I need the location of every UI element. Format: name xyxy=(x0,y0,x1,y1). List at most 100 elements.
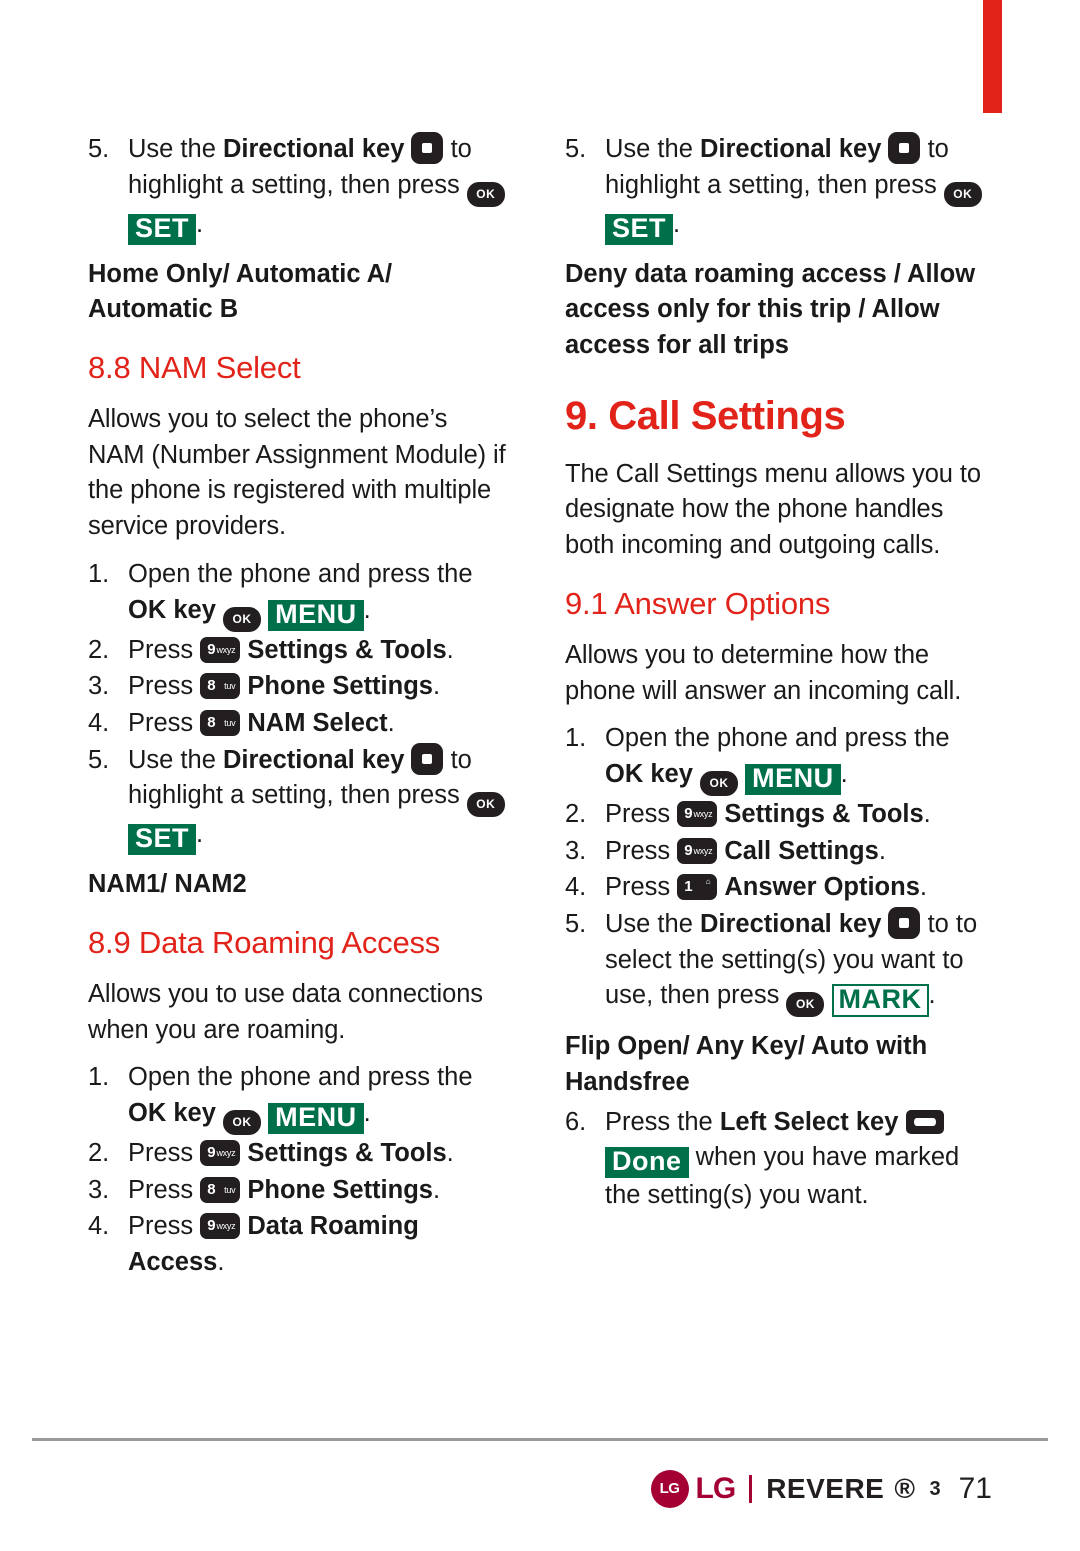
step-tail: . xyxy=(840,759,848,788)
step-number: 5. xyxy=(88,135,110,163)
chapter-heading-9: 9. Call Settings xyxy=(565,393,846,438)
lg-wordmark: LG xyxy=(695,1472,737,1505)
page-number: 71 xyxy=(958,1472,992,1505)
step-text: Open the phone and press the xyxy=(605,724,950,753)
step-text-part1: Use the xyxy=(128,135,223,163)
step-text: Press xyxy=(128,1139,201,1167)
call-settings-label: Call Settings xyxy=(724,836,879,865)
page-footer: LG LG REVERE ® 3 71 xyxy=(650,1470,992,1508)
step-number: 4. xyxy=(565,873,587,902)
red-corner-bar xyxy=(983,0,1002,113)
ok-key-label: OK key xyxy=(605,759,693,788)
section-heading-88: 8.8 NAM Select xyxy=(88,350,301,386)
ok-key-icon: OK xyxy=(943,181,982,207)
step-number: 3. xyxy=(88,1175,110,1204)
directional-key-label: Directional key xyxy=(222,135,405,163)
key-9-icon: 9 wxyz xyxy=(677,800,718,827)
nam-select-label: NAM Select xyxy=(247,708,388,737)
left-step-1-nam: 1. Open the phone and press the OK key OK… xyxy=(88,557,508,632)
left-step-3-nam: 3. Press 8 tuv Phone Settings. xyxy=(88,669,508,705)
step-tail: . xyxy=(919,873,927,902)
left-step-5-nam: 5. Use the Directional key to highlight a… xyxy=(88,742,508,856)
phone-settings-label: Phone Settings xyxy=(247,1175,433,1204)
step-tail: . xyxy=(432,1175,441,1204)
step-number: 5. xyxy=(565,135,587,163)
section-heading-89: 8.9 Data Roaming Access xyxy=(88,924,441,960)
set-key-icon: SET xyxy=(128,213,197,245)
section-91-intro: Allows you to determine how the phone wi… xyxy=(565,640,962,705)
ok-key-label: OK key xyxy=(128,595,216,624)
set-key-icon: SET xyxy=(605,213,674,245)
step-text: Press xyxy=(605,836,678,865)
section-88-intro: Allows you to select the phone’s NAM (Nu… xyxy=(88,405,506,541)
settings-tools-label: Settings & Tools xyxy=(724,799,924,828)
chapter-9-intro: The Call Settings menu allows you to des… xyxy=(565,459,981,560)
step-number: 2. xyxy=(565,799,587,828)
model-name: REVERE xyxy=(766,1473,885,1504)
step-text: Open the phone and press the xyxy=(128,1063,473,1092)
left-column: 5. Use the Directional key to highlight a… xyxy=(88,132,508,1282)
step-number: 2. xyxy=(88,1139,110,1167)
ok-key-icon: OK xyxy=(222,1110,261,1135)
model-suffix: 3 xyxy=(929,1477,941,1500)
step-text-tail: . xyxy=(196,820,204,849)
step-text-tail: . xyxy=(928,981,936,1010)
step-text: Press xyxy=(605,873,678,902)
section-89-intro: Allows you to use data connections when … xyxy=(88,979,483,1044)
step-text-part1: Use the xyxy=(605,909,700,938)
key-1-icon: 1 ⌂ xyxy=(677,874,718,901)
settings-tools-label: Settings & Tools xyxy=(247,1139,447,1167)
step-text: Press xyxy=(128,1175,201,1204)
step-tail: . xyxy=(446,1139,454,1167)
lg-circle-text: LG xyxy=(659,1480,680,1497)
ok-key-icon: OK xyxy=(466,181,505,207)
set-key-icon: SET xyxy=(128,824,197,856)
step-text-part1: Use the xyxy=(128,745,223,774)
step-number: 6. xyxy=(565,1107,587,1136)
directional-key-label: Directional key xyxy=(699,135,882,163)
left-step-4-roaming: 4. Press 9 wxyz Data Roaming Access. xyxy=(88,1209,508,1280)
right-options-top: Deny data roaming access / Allow access … xyxy=(565,259,976,360)
lg-logo: LG LG xyxy=(650,1470,737,1508)
directional-key-icon xyxy=(411,742,444,775)
step-tail: . xyxy=(363,595,371,624)
key-9-icon: 9 wxyz xyxy=(200,1213,241,1240)
step-text: Open the phone and press the xyxy=(128,559,473,588)
footer-divider-bar xyxy=(749,1475,753,1503)
right-step-1: 1. Open the phone and press the OK key OK… xyxy=(565,721,985,796)
step-number: 1. xyxy=(565,724,587,753)
left-step-2-roaming: 2. Press 9 wxyz Settings & Tools. xyxy=(88,1136,508,1172)
directional-key-icon xyxy=(888,132,921,164)
menu-key-icon: MENU xyxy=(268,599,364,631)
step-number: 4. xyxy=(88,1212,110,1241)
step-tail: . xyxy=(387,708,395,737)
step-tail: . xyxy=(432,672,441,701)
key-9-icon: 9 wxyz xyxy=(677,837,718,864)
right-column: 5. Use the Directional key to highlight a… xyxy=(565,132,985,1215)
right-step-5-top: 5. Use the Directional key to highlight a… xyxy=(565,132,985,245)
step-tail: . xyxy=(878,836,886,865)
step-number: 1. xyxy=(88,559,110,588)
step-text: Press xyxy=(128,1212,201,1241)
right-step-4: 4. Press 1 ⌂ Answer Options. xyxy=(565,870,985,906)
ok-key-icon: OK xyxy=(222,606,261,632)
left-step-3-roaming: 3. Press 8 tuv Phone Settings. xyxy=(88,1173,508,1209)
right-step-6: 6. Press the Left Select key Done when yo… xyxy=(565,1105,985,1214)
ok-key-icon: OK xyxy=(786,992,825,1018)
key-9-icon: 9 wxyz xyxy=(200,636,241,663)
step-number: 2. xyxy=(88,635,110,664)
left-step-4-nam: 4. Press 8 tuv NAM Select. xyxy=(88,706,508,742)
step-text: Press xyxy=(605,799,678,828)
key-9-icon: 9 wxyz xyxy=(200,1140,241,1166)
directional-key-icon xyxy=(411,132,444,164)
step-text-tail: . xyxy=(196,209,204,238)
step-number: 4. xyxy=(88,708,110,737)
step-text: Press xyxy=(128,708,201,737)
mark-key-icon: MARK xyxy=(831,984,929,1018)
key-8-icon: 8 tuv xyxy=(200,673,241,700)
footer-divider xyxy=(32,1438,1048,1441)
done-key-icon: Done xyxy=(605,1147,689,1179)
left-options-top: Home Only/ Automatic A/ Automatic B xyxy=(88,259,393,324)
lg-circle-icon: LG xyxy=(650,1470,689,1508)
step-text-part1: Press the xyxy=(605,1107,720,1136)
